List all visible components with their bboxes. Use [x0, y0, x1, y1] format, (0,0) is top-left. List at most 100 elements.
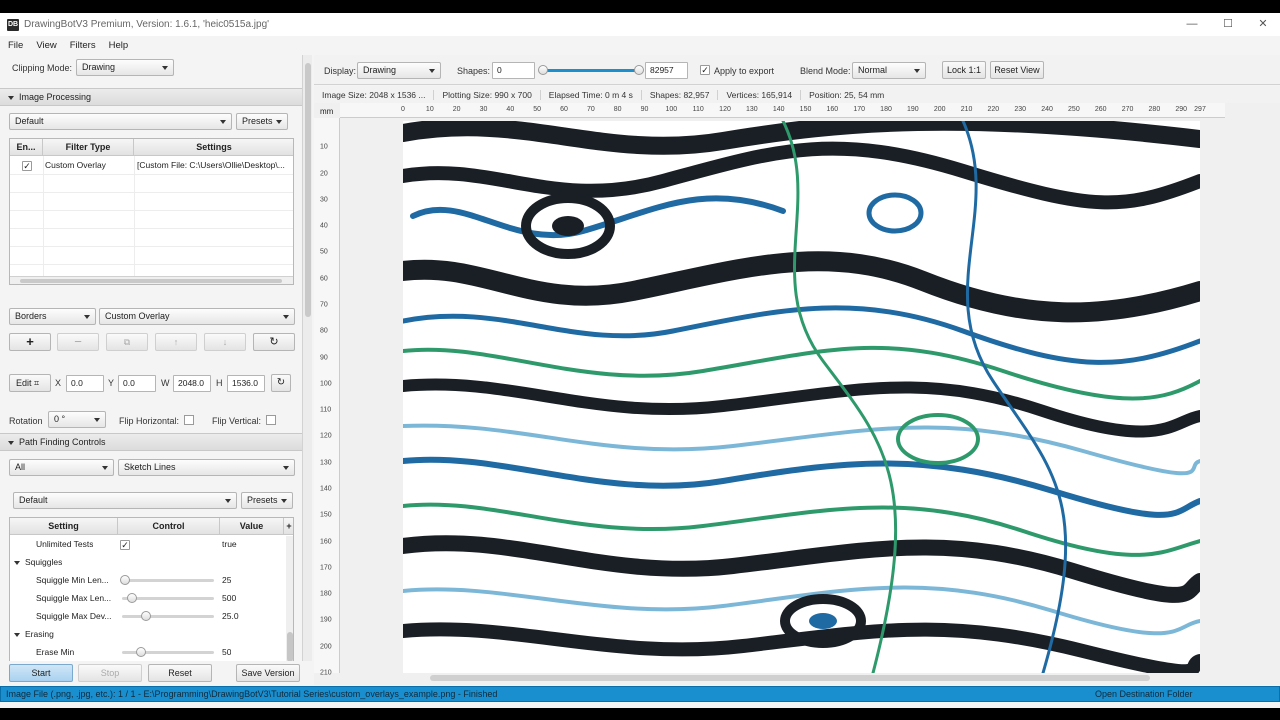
squiggle-max-deviation-slider[interactable] — [122, 615, 214, 618]
filter-table: En... Filter Type Settings ✓ Custom Over… — [9, 138, 294, 285]
clipping-mode-select[interactable]: Drawing — [76, 59, 174, 76]
shapes-max-field[interactable]: 82957 — [645, 62, 688, 79]
settings-table-scrollbar[interactable] — [286, 536, 293, 661]
crop-y-field[interactable]: 0.0 — [118, 375, 156, 392]
ruler-left-tick: 190 — [320, 616, 332, 624]
ruler-top-tick: 297 — [1194, 106, 1206, 113]
flip-vertical-label: Flip Vertical: — [212, 416, 262, 426]
ruler-top-tick: 290 — [1175, 106, 1188, 113]
crop-h-field[interactable]: 1536.0 — [227, 375, 265, 392]
ruler-top-tick: 220 — [987, 106, 1000, 113]
ruler-left-tick: 170 — [320, 564, 332, 572]
path-finding-header[interactable]: Path Finding Controls — [0, 433, 302, 451]
menu-help[interactable]: Help — [109, 40, 129, 51]
blend-mode-select[interactable]: Normal — [852, 62, 926, 79]
crop-x-field[interactable]: 0.0 — [66, 375, 104, 392]
column-filter-type[interactable]: Filter Type — [43, 139, 134, 156]
ruler-top-tick: 70 — [586, 106, 595, 113]
ruler-top-tick: 50 — [533, 106, 542, 113]
plotted-drawing — [403, 121, 1200, 673]
filter-type-cell[interactable]: Custom Overlay — [45, 157, 133, 174]
ruler-left-tick: 180 — [320, 590, 332, 598]
column-setting[interactable]: Setting — [10, 518, 118, 535]
duplicate-filter-button[interactable]: ⧉ — [106, 333, 148, 351]
lock-button[interactable]: Lock 1:1 — [942, 61, 986, 79]
column-control[interactable]: Control — [118, 518, 220, 535]
squiggle-max-deviation-knob[interactable] — [141, 611, 151, 621]
squiggle-min-length-slider[interactable] — [122, 579, 214, 582]
column-enabled[interactable]: En... — [10, 139, 43, 156]
viewport-toolbar: Display: Drawing Shapes: 0 82957 ✓ Apply… — [314, 55, 1280, 85]
reset-filters-button[interactable]: ↻ — [253, 333, 295, 351]
column-value[interactable]: Value — [220, 518, 284, 535]
maximize-icon[interactable]: ☐ — [1211, 13, 1245, 36]
filter-settings-cell[interactable]: [Custom File: C:\Users\Ollie\Desktop\... — [137, 157, 293, 174]
minimize-icon[interactable]: — — [1175, 13, 1209, 36]
flip-horizontal-checkbox[interactable] — [184, 415, 194, 425]
move-down-button[interactable]: ↓ — [204, 333, 246, 351]
shapes-range-slider[interactable] — [543, 69, 639, 72]
drawing-viewport[interactable]: mm 0 10 20 30 40 50 60 70 80 90 100 110 120 130 140 150… — [314, 103, 1280, 685]
menu-filters[interactable]: Filters — [70, 40, 96, 51]
pfm-type-select[interactable]: Sketch Lines — [118, 459, 295, 476]
unlimited-tests-checkbox[interactable]: ✓ — [120, 540, 130, 550]
menu-view[interactable]: View — [36, 40, 56, 51]
image-preset-select[interactable]: Default — [9, 113, 232, 130]
filter-table-hscrollbar[interactable] — [10, 276, 293, 284]
display-select[interactable]: Drawing — [357, 62, 441, 79]
pfm-category-select[interactable]: All — [9, 459, 114, 476]
left-panel-scrollbar[interactable] — [302, 55, 312, 661]
drawing-canvas[interactable] — [403, 121, 1200, 673]
viewport-hscrollbar[interactable] — [340, 673, 1238, 683]
viewport-vscrollbar[interactable] — [1268, 118, 1278, 673]
shapes-range-max-knob[interactable] — [634, 65, 644, 75]
edit-crop-button[interactable]: Edit ⌗ — [9, 374, 51, 392]
column-settings[interactable]: Settings — [134, 139, 293, 156]
ruler-top-tick: 40 — [506, 106, 515, 113]
group-squiggles[interactable]: Squiggles — [14, 554, 62, 571]
reset-view-button[interactable]: Reset View — [990, 61, 1044, 79]
crop-w-field[interactable]: 2048.0 — [173, 375, 211, 392]
ruler-top-tick: 140 — [772, 106, 785, 113]
ruler-top-tick: 250 — [1068, 106, 1080, 113]
reset-crop-button[interactable]: ↻ — [271, 374, 291, 392]
erase-min-knob[interactable] — [136, 647, 147, 657]
setting-value-squiggle-min-length: 25 — [222, 575, 232, 585]
squiggle-max-length-knob[interactable] — [127, 593, 138, 603]
ruler-left-tick: 70 — [320, 301, 328, 309]
group-erasing[interactable]: Erasing — [14, 626, 54, 643]
remove-filter-button[interactable]: − — [57, 333, 99, 351]
add-column-icon[interactable]: + — [284, 518, 293, 535]
ruler-left-tick: 210 — [320, 669, 332, 677]
ruler-left: 10 20 30 40 50 60 70 80 90 100 110 120 130 140 150 160 1… — [314, 118, 340, 677]
close-icon[interactable]: ✕ — [1246, 13, 1280, 36]
save-version-button[interactable]: Save Version — [236, 664, 300, 682]
squiggle-min-length-knob[interactable] — [119, 575, 130, 585]
clipping-mode-label: Clipping Mode: — [12, 63, 73, 73]
start-button[interactable]: Start — [9, 664, 73, 682]
open-destination-folder-link[interactable]: Open Destination Folder — [1095, 687, 1193, 701]
reset-button[interactable]: Reset — [148, 664, 212, 682]
image-presets-button[interactable]: Presets — [236, 113, 288, 130]
filter-choice-select[interactable]: Custom Overlay — [99, 308, 295, 325]
shapes-range-min-knob[interactable] — [538, 65, 548, 75]
rotation-select[interactable]: 0 ° — [48, 411, 106, 428]
stop-button[interactable]: Stop — [78, 664, 142, 682]
shapes-min-field[interactable]: 0 — [492, 62, 535, 79]
flip-vertical-checkbox[interactable] — [266, 415, 276, 425]
setting-value-erase-min: 50 — [222, 647, 232, 657]
menu-file[interactable]: File — [8, 40, 23, 51]
status-bar: Image File (.png, .jpg, etc.): 1 / 1 - E… — [0, 686, 1280, 702]
add-filter-button[interactable]: + — [9, 333, 51, 351]
pfm-preset-select[interactable]: Default — [13, 492, 237, 509]
filter-enabled-checkbox[interactable]: ✓ — [22, 161, 32, 171]
pfm-presets-button[interactable]: Presets — [241, 492, 293, 509]
filter-category-select[interactable]: Borders — [9, 308, 96, 325]
setting-name-squiggle-max-deviation: Squiggle Max Dev... — [36, 611, 112, 621]
image-processing-header[interactable]: Image Processing — [0, 88, 302, 106]
pfm-settings-table: Setting Control Value + Unlimited Tests … — [9, 517, 294, 661]
setting-value-squiggle-max-length: 500 — [222, 593, 237, 603]
crop-x-label: X — [55, 378, 62, 388]
move-up-button[interactable]: ↑ — [155, 333, 197, 351]
apply-to-export-checkbox[interactable]: ✓ — [700, 65, 710, 75]
